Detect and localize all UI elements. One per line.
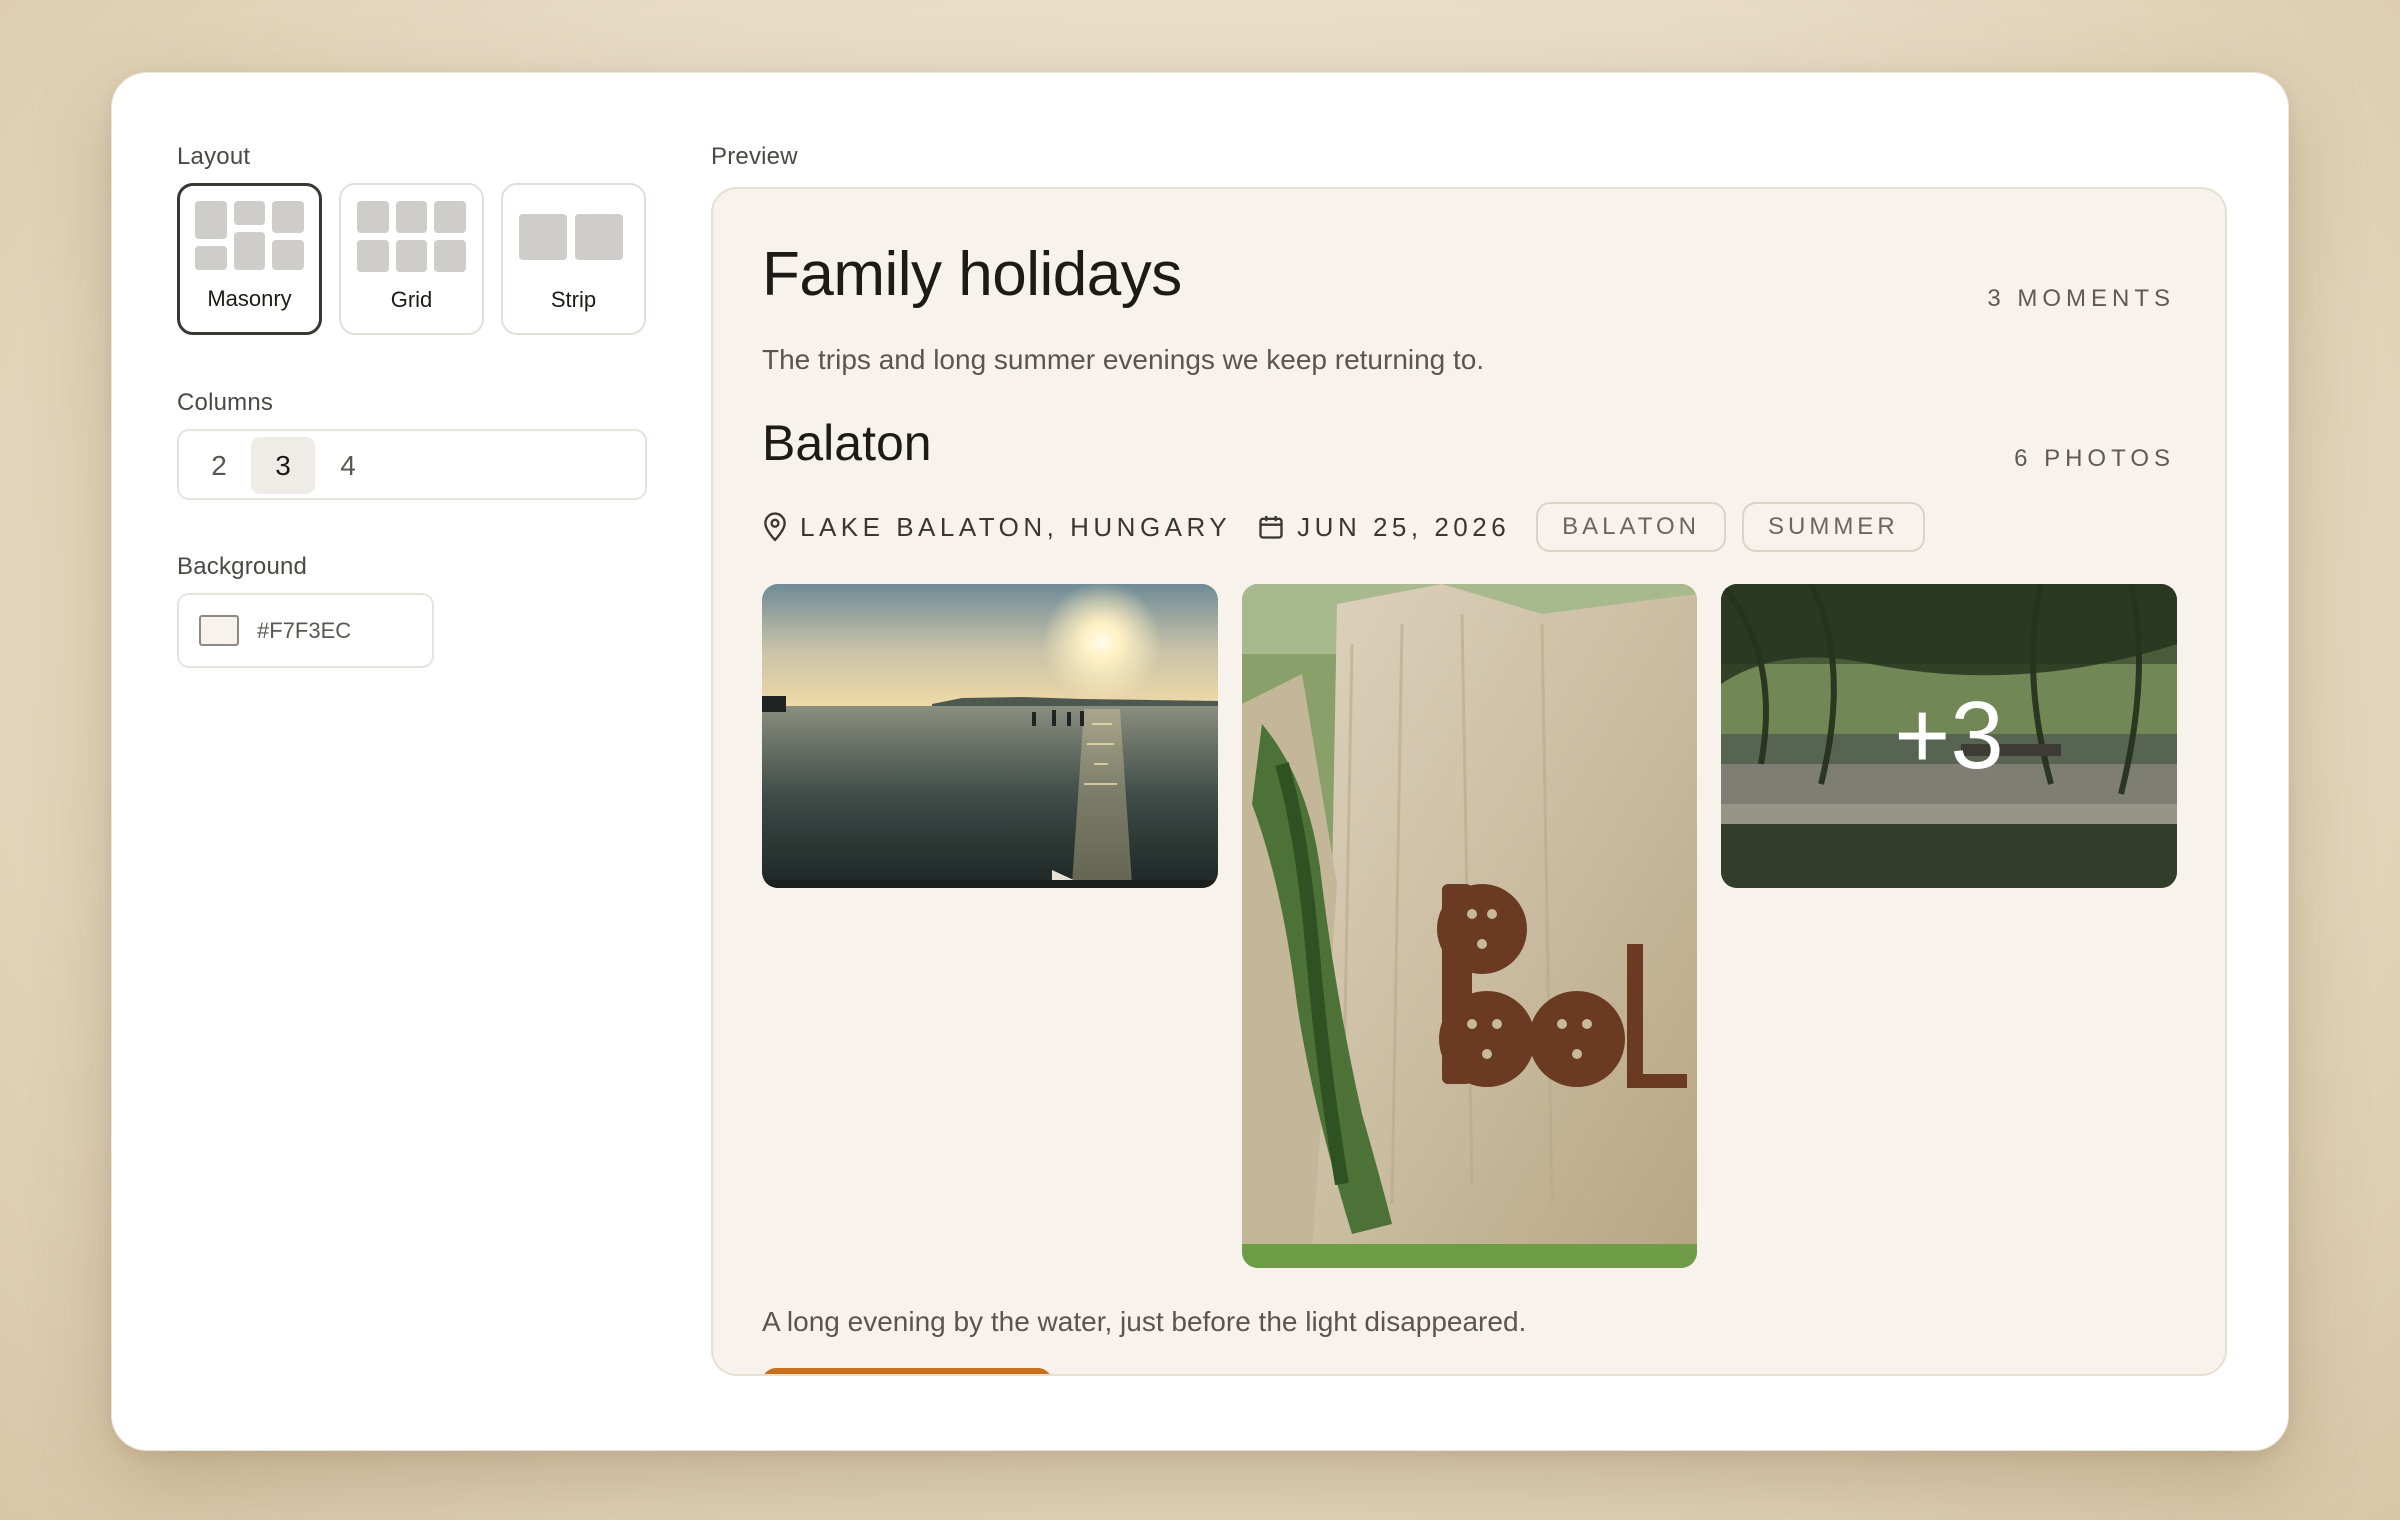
collection-subtitle: The trips and long summer evenings we ke… bbox=[762, 344, 1485, 375]
columns-selector: 2 3 4 bbox=[177, 429, 647, 500]
app-window: Layout Masonry Grid Strip Columns 2 3 4 … bbox=[111, 72, 2289, 1451]
sunset-lake-photo[interactable] bbox=[762, 584, 1218, 888]
balaton-sign-rock-image bbox=[1242, 584, 1697, 1268]
date-text: JUN 25, 2026 bbox=[1297, 511, 1511, 542]
tag-balaton[interactable]: BALATON bbox=[1536, 502, 1726, 552]
columns-option-4[interactable]: 4 bbox=[316, 437, 380, 494]
location-text: LAKE BALATON, HUNGARY bbox=[800, 511, 1232, 542]
background-color-field[interactable]: #F7F3EC bbox=[177, 593, 434, 668]
preview-label: Preview bbox=[711, 143, 798, 170]
columns-option-2[interactable]: 2 bbox=[187, 437, 251, 494]
background-label: Background bbox=[177, 553, 308, 580]
sunset-lake-image bbox=[762, 584, 1218, 888]
moment-caption: A long evening by the water, just before… bbox=[762, 1306, 1527, 1337]
background-color-value: #F7F3EC bbox=[257, 617, 352, 643]
location: LAKE BALATON, HUNGARY bbox=[762, 512, 1231, 543]
layout-option-label: Masonry bbox=[207, 286, 292, 311]
more-photos-overlay: +3 bbox=[1721, 584, 2177, 888]
moments-count: 3 MOMENTS bbox=[1987, 285, 2175, 312]
collection-title: Family holidays bbox=[762, 240, 1182, 309]
preview-panel: Family holidays 3 MOMENTS The trips and … bbox=[711, 187, 2227, 1376]
columns-option-3[interactable]: 3 bbox=[251, 437, 315, 494]
lakeside-park-photo[interactable]: +3 bbox=[1721, 584, 2177, 888]
layout-option-strip[interactable]: Strip bbox=[501, 183, 646, 335]
layout-option-label: Strip bbox=[550, 287, 597, 312]
columns-label: Columns bbox=[177, 389, 274, 416]
calendar-icon bbox=[1259, 515, 1283, 539]
layout-option-label: Grid bbox=[390, 287, 433, 312]
date: JUN 25, 2026 bbox=[1257, 512, 1510, 543]
layout-option-masonry[interactable]: Masonry bbox=[177, 183, 322, 335]
masonry-thumb-icon bbox=[195, 201, 227, 239]
layout-label: Layout bbox=[177, 143, 251, 170]
strip-thumb-icon bbox=[519, 214, 567, 260]
moment-meta: LAKE BALATON, HUNGARY JUN 25, 2026 BALAT… bbox=[762, 501, 1941, 553]
map-pin-icon bbox=[764, 512, 786, 542]
layout-option-grid[interactable]: Grid bbox=[339, 183, 484, 335]
tag-summer[interactable]: SUMMER bbox=[1741, 502, 1925, 552]
grid-thumb-icon bbox=[357, 201, 389, 233]
photos-count: 6 PHOTOS bbox=[2014, 445, 2175, 472]
balaton-sign-rock-photo[interactable] bbox=[1242, 584, 1697, 1268]
primary-action-button[interactable] bbox=[762, 1368, 1052, 1374]
background-color-swatch[interactable] bbox=[199, 615, 239, 646]
moment-title: Balaton bbox=[762, 415, 932, 471]
